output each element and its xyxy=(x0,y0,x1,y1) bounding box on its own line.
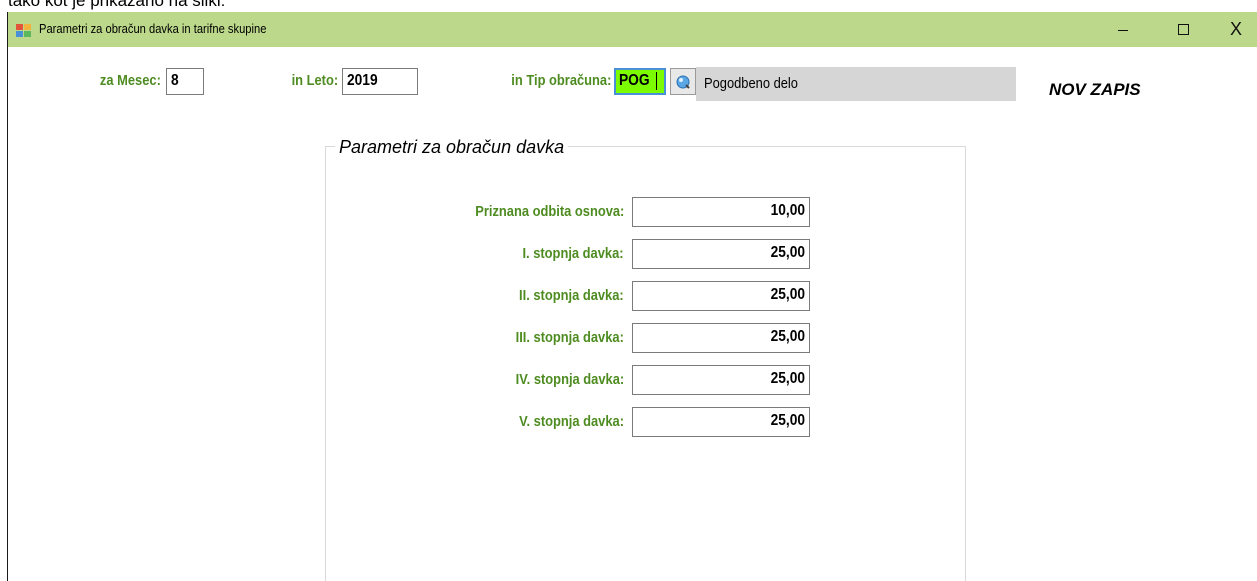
param-label: I. stopnja davka: xyxy=(522,245,624,262)
tip-label: in Tip obračuna: xyxy=(510,72,611,89)
param-label: V. stopnja davka: xyxy=(519,413,624,430)
param-input-stopnja-1[interactable]: 25,00 xyxy=(632,239,810,269)
window-title: Parametri za obračun davka in tarifne sk… xyxy=(39,21,267,36)
tip-value: POG xyxy=(619,72,650,90)
param-value: 25,00 xyxy=(770,328,805,345)
param-input-osnova[interactable]: 10,00 xyxy=(632,197,810,227)
form-window-icon xyxy=(16,24,31,37)
param-label: IV. stopnja davka: xyxy=(515,371,624,388)
close-button[interactable]: X xyxy=(1213,12,1257,47)
search-lookup-icon xyxy=(676,75,690,89)
mesec-input[interactable]: 8 xyxy=(166,68,204,95)
maximize-button[interactable] xyxy=(1160,12,1206,47)
minimize-button[interactable] xyxy=(1100,12,1146,47)
groupbox-title: Parametri za obračun davka xyxy=(335,137,569,158)
leto-input[interactable]: 2019 xyxy=(342,68,418,95)
param-value: 25,00 xyxy=(770,412,805,429)
param-input-stopnja-2[interactable]: 25,00 xyxy=(632,281,810,311)
maximize-icon xyxy=(1177,24,1189,35)
minimize-icon xyxy=(1118,30,1128,31)
mesec-value: 8 xyxy=(171,72,179,89)
close-icon: X xyxy=(1229,19,1242,39)
document-text: tako kot je prikazano na sliki: xyxy=(8,0,226,10)
lookup-button[interactable] xyxy=(670,68,696,95)
param-value: 10,00 xyxy=(770,202,805,219)
tip-description-text: Pogodbeno delo xyxy=(704,75,798,92)
param-value: 25,00 xyxy=(770,370,805,387)
leto-value: 2019 xyxy=(347,72,378,89)
leto-label: in Leto: xyxy=(291,72,338,89)
param-value: 25,00 xyxy=(770,286,805,303)
param-value: 25,00 xyxy=(770,244,805,261)
param-label: III. stopnja davka: xyxy=(515,329,624,346)
param-input-stopnja-4[interactable]: 25,00 xyxy=(632,365,810,395)
tip-input[interactable]: POG xyxy=(614,68,666,95)
title-bar[interactable]: Parametri za obračun davka in tarifne sk… xyxy=(8,12,1257,47)
param-label: Priznana odbita osnova: xyxy=(474,203,624,220)
form-window: Parametri za obračun davka in tarifne sk… xyxy=(7,12,1257,581)
param-input-stopnja-5[interactable]: 25,00 xyxy=(632,407,810,437)
param-input-stopnja-3[interactable]: 25,00 xyxy=(632,323,810,353)
mesec-label: za Mesec: xyxy=(100,72,161,89)
tip-description: Pogodbeno delo xyxy=(696,67,1016,101)
param-label: II. stopnja davka: xyxy=(519,287,624,304)
record-status: NOV ZAPIS xyxy=(1049,80,1141,99)
text-caret xyxy=(655,72,657,90)
